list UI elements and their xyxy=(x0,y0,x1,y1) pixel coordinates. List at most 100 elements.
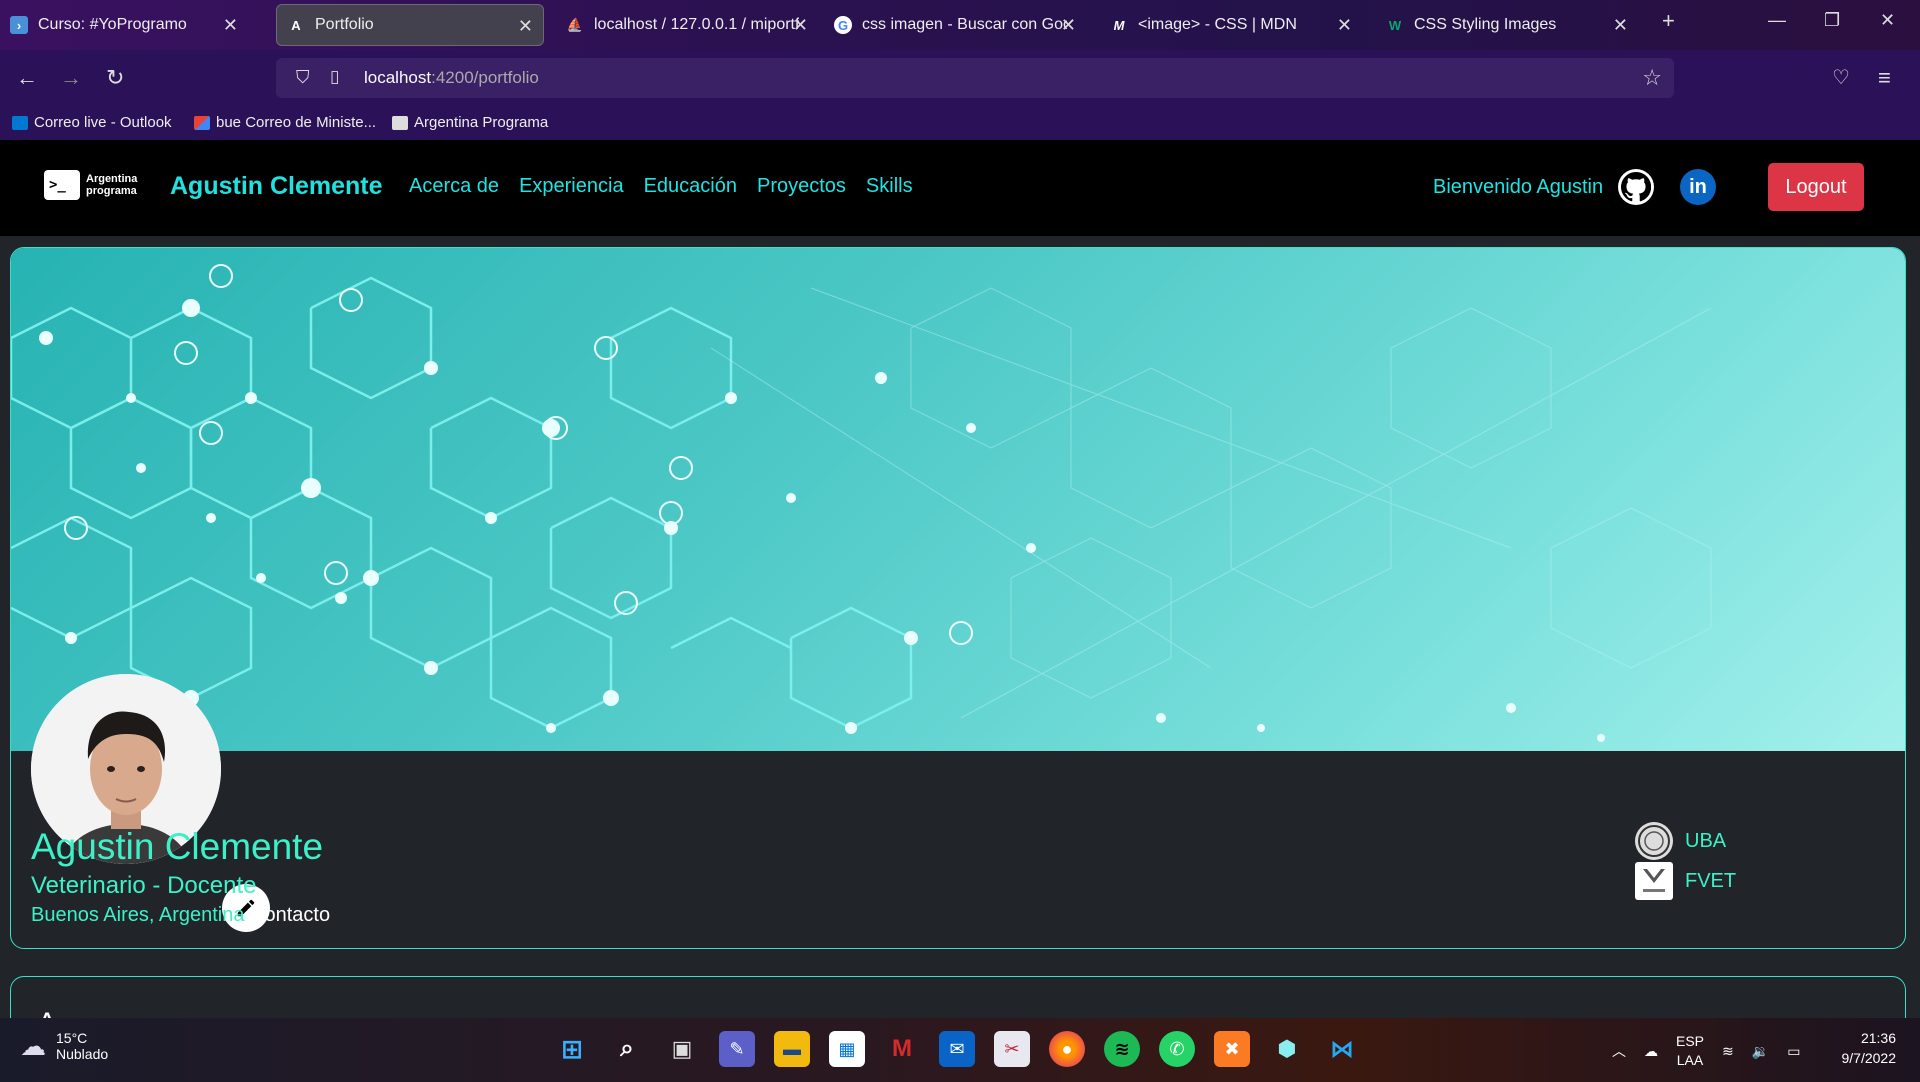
menu-item-skills[interactable]: Skills xyxy=(866,175,913,198)
snipping-tool-icon[interactable]: ✂ xyxy=(994,1031,1030,1067)
close-icon[interactable]: ✕ xyxy=(1613,15,1628,36)
bookmark-outlook[interactable]: Correo live - Outlook xyxy=(12,114,172,131)
fvet-logo-icon xyxy=(1635,862,1673,900)
xampp-icon[interactable]: ✖ xyxy=(1214,1031,1250,1067)
bookmarks-bar: Correo live - Outlook bue Correo de Mini… xyxy=(0,106,1920,140)
terminal-icon: >_ xyxy=(44,170,80,200)
close-icon[interactable]: ✕ xyxy=(1061,15,1076,36)
profile-name: Agustin Clemente xyxy=(31,826,324,867)
close-icon[interactable]: ✕ xyxy=(223,15,238,36)
tab-label: <image> - CSS | MDN xyxy=(1138,16,1297,33)
forward-icon[interactable]: → xyxy=(60,65,82,91)
reload-icon[interactable]: ↻ xyxy=(106,65,124,91)
close-icon[interactable]: ✕ xyxy=(1337,15,1352,36)
tab-mdn[interactable]: M <image> - CSS | MDN ✕ xyxy=(1100,4,1362,46)
outlook-icon xyxy=(12,115,28,130)
url-bar[interactable]: ⛉ ▯ localhost:4200/portfolio ☆ xyxy=(276,58,1674,98)
about-section-card: A xyxy=(10,976,1906,1018)
taskbar-apps: ⊞ ⌕ ▣ ✎ ▬ ▦ M ✉ ✂ ● ≋ ✆ ✖ ⬢ ⋈ xyxy=(554,1031,1360,1067)
close-icon[interactable]: ✕ xyxy=(518,16,533,37)
whatsapp-icon[interactable]: ✆ xyxy=(1159,1031,1195,1067)
cube-app-icon[interactable]: ⬢ xyxy=(1269,1031,1305,1067)
volume-icon[interactable]: 🔉 xyxy=(1752,1043,1769,1060)
restore-icon[interactable]: ❐ xyxy=(1824,10,1840,31)
menu-item-proyectos[interactable]: Proyectos xyxy=(757,175,846,198)
file-explorer-icon[interactable]: ▬ xyxy=(774,1031,810,1067)
page-icon: ▯ xyxy=(330,67,340,86)
logout-button[interactable]: Logout xyxy=(1768,163,1864,211)
tab-curso[interactable]: › Curso: #YoProgramo ✕ xyxy=(0,4,248,46)
education-list: UBA FVET xyxy=(1635,822,1736,904)
wifi-icon[interactable]: ≋ xyxy=(1722,1043,1734,1060)
argentina-programa-logo[interactable]: >_ Argentina programa xyxy=(44,170,137,200)
mail-icon[interactable]: ✉ xyxy=(939,1031,975,1067)
spotify-icon[interactable]: ≋ xyxy=(1104,1031,1140,1067)
vscode-icon[interactable]: ⋈ xyxy=(1324,1031,1360,1067)
education-label: UBA xyxy=(1685,829,1727,852)
minimize-icon[interactable]: — xyxy=(1768,10,1786,31)
education-item-fvet[interactable]: FVET xyxy=(1635,862,1736,900)
linkedin-icon[interactable]: in xyxy=(1680,169,1716,205)
task-view-icon[interactable]: ▣ xyxy=(664,1031,700,1067)
url-host: localhost xyxy=(364,68,432,87)
uba-seal-icon xyxy=(1635,822,1673,860)
profile-title: Veterinario - Docente xyxy=(31,872,257,899)
teams-chat-icon[interactable]: ✎ xyxy=(719,1031,755,1067)
menu-item-educacion[interactable]: Educación xyxy=(644,175,737,198)
tab-phpmyadmin[interactable]: ⛵ localhost / 127.0.0.1 / miportfo ✕ xyxy=(556,4,818,46)
lang-line-2: LAA xyxy=(1676,1052,1704,1068)
pocket-icon[interactable]: ♡ xyxy=(1832,65,1850,90)
education-item-uba[interactable]: UBA xyxy=(1635,822,1736,860)
search-icon[interactable]: ⌕ xyxy=(609,1031,645,1067)
site-navbar: >_ Argentina programa Agustin Clemente A… xyxy=(0,140,1920,236)
bookmark-argentina-programa[interactable]: Argentina Programa xyxy=(392,114,548,131)
tab-google[interactable]: G css imagen - Buscar con Googl ✕ xyxy=(824,4,1086,46)
google-icon: G xyxy=(834,16,852,34)
menu-item-acerca[interactable]: Acerca de xyxy=(409,175,499,198)
url-text[interactable]: localhost:4200/portfolio xyxy=(364,68,539,88)
onedrive-icon[interactable]: ☁ xyxy=(1644,1043,1658,1060)
mdn-icon: M xyxy=(1113,17,1125,33)
firefox-icon[interactable]: ● xyxy=(1049,1031,1085,1067)
mcafee-icon[interactable]: M xyxy=(884,1031,920,1067)
close-window-icon[interactable]: ✕ xyxy=(1880,10,1895,31)
profile-location-line: Buenos Aires, Argentina Contacto xyxy=(31,904,330,927)
battery-icon[interactable]: ▭ xyxy=(1787,1043,1800,1060)
bookmark-gmail[interactable]: bue Correo de Ministe... xyxy=(194,114,376,131)
weather-widget[interactable]: ☁ 15°C Nublado xyxy=(20,1030,108,1062)
clock[interactable]: 21:36 9/7/2022 xyxy=(1834,1028,1897,1068)
logo-text-line-2: programa xyxy=(86,185,137,197)
back-icon[interactable]: ← xyxy=(16,65,38,91)
clock-date: 9/7/2022 xyxy=(1841,1050,1897,1066)
store-icon[interactable]: ▦ xyxy=(829,1031,865,1067)
gmail-icon xyxy=(194,115,210,130)
phpmyadmin-icon: ⛵ xyxy=(566,17,584,32)
bookmark-label: bue Correo de Ministe... xyxy=(216,114,377,131)
close-icon[interactable]: ✕ xyxy=(793,15,808,36)
windows-start-icon[interactable]: ⊞ xyxy=(554,1031,590,1067)
tab-label: localhost / 127.0.0.1 / miportfo xyxy=(594,16,799,33)
tab-w3schools[interactable]: W CSS Styling Images ✕ xyxy=(1376,4,1638,46)
new-tab-plus-icon[interactable]: + xyxy=(1662,8,1675,34)
weather-desc: Nublado xyxy=(56,1046,109,1062)
chevron-up-icon[interactable]: ︿ xyxy=(1612,1041,1626,1061)
language-indicator[interactable]: ESP LAA xyxy=(1676,1032,1704,1070)
bookmark-star-icon[interactable]: ☆ xyxy=(1642,65,1662,91)
weather-temp: 15°C xyxy=(56,1030,88,1046)
menu-icon[interactable]: ≡ xyxy=(1878,65,1891,91)
tab-label: css imagen - Buscar con Googl xyxy=(862,16,1067,33)
cloud-icon: ☁ xyxy=(20,1030,46,1061)
github-icon[interactable] xyxy=(1618,169,1654,205)
terminal-icon: › xyxy=(10,16,28,34)
brand-name[interactable]: Agustin Clemente xyxy=(170,172,383,201)
tab-label: Curso: #YoProgramo xyxy=(38,16,187,33)
clock-time: 21:36 xyxy=(1860,1030,1896,1046)
shield-icon[interactable]: ⛉ xyxy=(296,67,310,88)
menu-item-experiencia[interactable]: Experiencia xyxy=(519,175,624,198)
bookmark-label: Correo live - Outlook xyxy=(34,114,172,131)
contact-link[interactable]: Contacto xyxy=(250,904,330,926)
url-path: :4200/portfolio xyxy=(431,68,539,87)
banner-image xyxy=(11,248,1905,751)
network-pattern xyxy=(11,264,1712,742)
tab-portfolio[interactable]: A Portfolio ✕ xyxy=(276,4,544,46)
